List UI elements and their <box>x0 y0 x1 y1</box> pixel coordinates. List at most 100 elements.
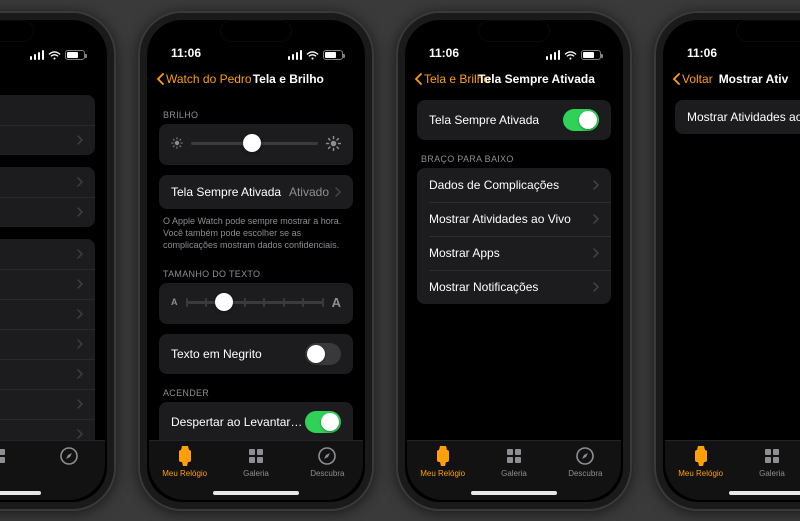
always-on-row[interactable]: Tela Sempre Ativada Ativado <box>159 175 353 209</box>
home-indicator <box>471 491 557 495</box>
tab-discover[interactable]: Descubra <box>292 445 363 490</box>
brightness-slider[interactable] <box>159 124 353 165</box>
nav-title: Tela e Brilho <box>222 72 355 86</box>
text-size-slider[interactable]: A A <box>159 283 353 324</box>
list-item[interactable]: ps <box>0 197 95 227</box>
tab-discover[interactable]: Descubra <box>550 445 621 490</box>
chevron-right-icon <box>593 214 599 224</box>
chevron-right-icon <box>77 309 83 319</box>
status-time: 11:06 <box>429 46 459 60</box>
watch-icon <box>174 445 196 467</box>
section-header-textsize: TAMANHO DO TEXTO <box>149 255 363 283</box>
phone-2: 11:06 Watch do Pedro Tela e Brilho BRILH… <box>138 11 374 511</box>
bold-text-switch[interactable] <box>305 343 341 365</box>
dynamic-island <box>221 21 291 41</box>
live-activities-row[interactable]: Mostrar Atividades ao Vivo <box>417 202 611 236</box>
dynamic-island <box>479 21 549 41</box>
watch-icon <box>690 445 712 467</box>
chevron-right-icon <box>77 207 83 217</box>
chevron-right-icon <box>77 279 83 289</box>
battery-icon <box>323 50 343 60</box>
chevron-left-icon <box>157 73 164 85</box>
section-header-wake: ACENDER <box>149 374 363 402</box>
nav-title: Tela Sempre Ativada <box>460 72 613 86</box>
nav-bar: Voltar Mostrar Ativ <box>665 62 800 96</box>
page-title: do Pedro <box>0 62 105 95</box>
tab-my-watch[interactable]: Meu Relógio <box>665 445 736 490</box>
gallery-icon <box>0 445 9 467</box>
tab-gallery[interactable]: Galeria <box>478 445 549 490</box>
cellular-icon <box>546 50 561 60</box>
gallery-icon <box>761 445 783 467</box>
list-item[interactable] <box>0 359 95 389</box>
gallery-icon <box>503 445 525 467</box>
chevron-right-icon <box>77 135 83 145</box>
apps-row[interactable]: Mostrar Apps <box>417 236 611 270</box>
tab-discover[interactable] <box>34 445 105 490</box>
chevron-left-icon <box>415 73 422 85</box>
cellular-icon <box>288 50 303 60</box>
dynamic-island <box>0 21 33 41</box>
compass-icon <box>316 445 338 467</box>
wifi-icon <box>564 50 577 60</box>
bold-text-row[interactable]: Texto em Negrito <box>159 334 353 374</box>
list-item[interactable]: uxo <box>0 95 95 125</box>
list-item[interactable] <box>0 389 95 419</box>
tab-my-watch[interactable]: Meu Relógio <box>407 445 478 490</box>
list-item[interactable] <box>0 419 95 440</box>
gallery-icon <box>245 445 267 467</box>
tab-gallery[interactable]: Galeria <box>220 445 291 490</box>
aod-switch[interactable] <box>563 109 599 131</box>
nav-bar: Tela e Brilho Tela Sempre Ativada <box>407 62 621 96</box>
wifi-icon <box>306 50 319 60</box>
watch-icon <box>432 445 454 467</box>
small-text-icon: A <box>171 297 178 307</box>
home-indicator <box>729 491 800 495</box>
low-brightness-icon <box>171 137 183 149</box>
always-on-caption: O Apple Watch pode sempre mostrar a hora… <box>149 209 363 255</box>
list-item[interactable] <box>0 167 95 197</box>
battery-icon <box>581 50 601 60</box>
list-item[interactable] <box>0 239 95 269</box>
wake-raise-switch[interactable] <box>305 411 341 433</box>
chevron-left-icon <box>673 73 680 85</box>
tab-my-watch[interactable]: Meu Relógio <box>149 445 220 490</box>
nav-title: Mostrar Ativ <box>719 72 800 86</box>
home-indicator <box>213 491 299 495</box>
list-item[interactable] <box>0 329 95 359</box>
back-button[interactable]: Voltar <box>673 72 713 86</box>
chevron-right-icon <box>77 369 83 379</box>
list-item[interactable] <box>0 269 95 299</box>
section-header-wristdown: BRAÇO PARA BAIXO <box>407 140 621 168</box>
large-text-icon: A <box>332 295 341 310</box>
list-item[interactable] <box>0 299 95 329</box>
chevron-right-icon <box>77 399 83 409</box>
chevron-right-icon <box>77 429 83 439</box>
chevron-right-icon <box>77 339 83 349</box>
cellular-icon <box>30 50 45 60</box>
phone-1: do Pedro uxo Fotos ps <box>0 11 116 511</box>
nav-bar: Watch do Pedro Tela e Brilho <box>149 62 363 96</box>
status-time: 11:06 <box>687 46 717 60</box>
complications-row[interactable]: Dados de Complicações <box>417 168 611 202</box>
tab-gallery[interactable]: Galeria <box>736 445 800 490</box>
list-item[interactable]: Fotos <box>0 125 95 155</box>
compass-icon <box>58 445 80 467</box>
live-activities-toggle-row[interactable]: Mostrar Atividades ao <box>675 100 800 134</box>
chevron-right-icon <box>593 282 599 292</box>
wifi-icon <box>48 50 61 60</box>
tab-gallery[interactable] <box>0 445 34 490</box>
battery-icon <box>65 50 85 60</box>
aod-toggle-row[interactable]: Tela Sempre Ativada <box>417 100 611 140</box>
chevron-right-icon <box>593 180 599 190</box>
compass-icon <box>574 445 596 467</box>
wake-raise-row[interactable]: Despertar ao Levantar o Braço <box>159 402 353 440</box>
chevron-right-icon <box>77 177 83 187</box>
phone-3: 11:06 Tela e Brilho Tela Sempre Ativada <box>396 11 632 511</box>
phone-4: 11:06 Voltar Mostrar Ativ Mostrar <box>654 11 800 511</box>
section-header-brightness: BRILHO <box>149 96 363 124</box>
notifications-row[interactable]: Mostrar Notificações <box>417 270 611 304</box>
chevron-right-icon <box>77 249 83 259</box>
high-brightness-icon <box>326 136 341 151</box>
dynamic-island <box>737 21 800 41</box>
